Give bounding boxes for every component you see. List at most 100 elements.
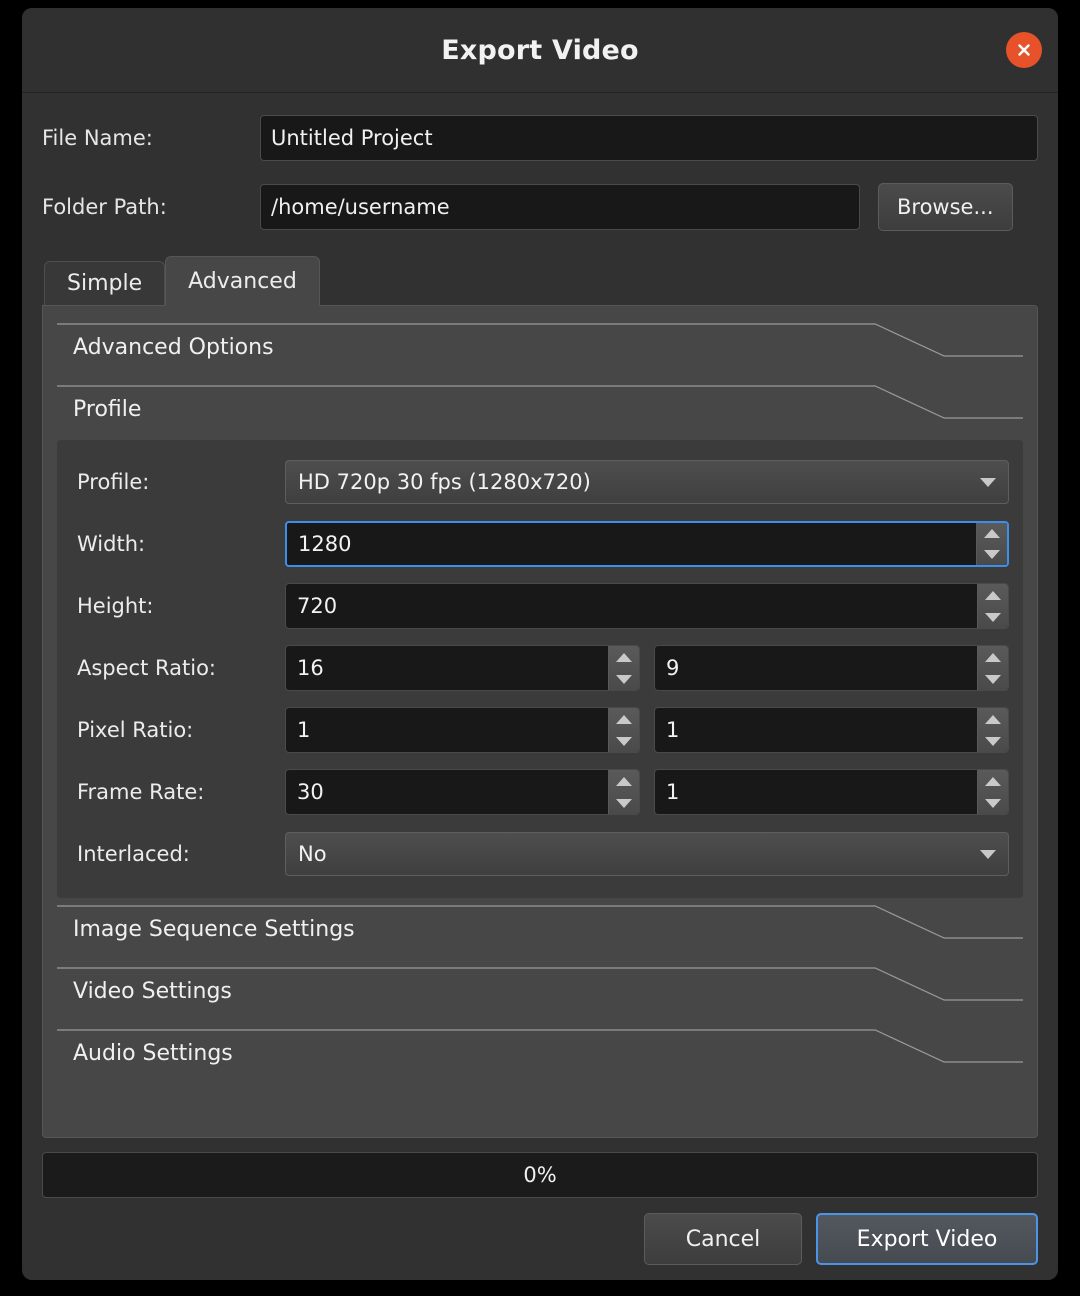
triangle-up-icon [985, 715, 1001, 724]
chevron-down-icon [980, 478, 996, 487]
row-height: Height: [71, 580, 1009, 632]
row-aspect-ratio: Aspect Ratio: [71, 642, 1009, 694]
aspect-ratio-numerator-up-button[interactable] [609, 646, 639, 668]
aspect-ratio-numerator-input[interactable] [286, 645, 608, 691]
section-label: Advanced Options [73, 335, 282, 360]
pixel-ratio-numerator-down-button[interactable] [609, 730, 639, 752]
pixel-ratio-denominator-input[interactable] [655, 707, 977, 753]
height-spin-down-button[interactable] [978, 606, 1008, 628]
height-stepper[interactable] [285, 583, 1009, 629]
aspect-ratio-denominator-spin-buttons [977, 646, 1008, 690]
dialog-body: File Name: Folder Path: Browse... Simple… [22, 93, 1058, 1280]
export-video-dialog: Export Video File Name: Folder Path: Bro… [22, 8, 1058, 1280]
height-input[interactable] [286, 583, 977, 629]
export-video-button[interactable]: Export Video [816, 1213, 1038, 1265]
aspect-ratio-denominator-stepper[interactable] [654, 645, 1009, 691]
pixel-ratio-denominator-up-button[interactable] [978, 708, 1008, 730]
close-icon[interactable] [1006, 32, 1042, 68]
section-header-advanced-options[interactable]: Advanced Options [57, 316, 1023, 378]
pixel-ratio-denominator-stepper[interactable] [654, 707, 1009, 753]
triangle-up-icon [616, 715, 632, 724]
profile-settings-group: Profile: HD 720p 30 fps (1280x720) Width… [57, 440, 1023, 898]
triangle-down-icon [984, 550, 1000, 559]
frame-rate-numerator-input[interactable] [286, 769, 608, 815]
height-label: Height: [71, 594, 285, 618]
width-input[interactable] [287, 522, 976, 566]
frame-rate-numerator-stepper[interactable] [285, 769, 640, 815]
advanced-tab-panel: Advanced Options Profile Profile: HD 720… [42, 305, 1038, 1138]
frame-rate-denominator-down-button[interactable] [978, 792, 1008, 814]
frame-rate-denominator-up-button[interactable] [978, 770, 1008, 792]
tab-simple[interactable]: Simple [44, 261, 165, 305]
cancel-button[interactable]: Cancel [644, 1213, 802, 1265]
aspect-ratio-numerator-down-button[interactable] [609, 668, 639, 690]
row-pixel-ratio: Pixel Ratio: [71, 704, 1009, 756]
frame-rate-label: Frame Rate: [71, 780, 285, 804]
file-name-input[interactable] [260, 115, 1038, 161]
file-name-row: File Name: [42, 115, 1038, 161]
export-progress-bar: 0% [42, 1152, 1038, 1198]
triangle-down-icon [985, 675, 1001, 684]
pixel-ratio-numerator-spin-buttons [608, 708, 639, 752]
aspect-ratio-denominator-up-button[interactable] [978, 646, 1008, 668]
triangle-down-icon [616, 737, 632, 746]
profile-select-value: HD 720p 30 fps (1280x720) [298, 470, 972, 494]
height-spin-up-button[interactable] [978, 584, 1008, 606]
folder-path-label: Folder Path: [42, 195, 260, 219]
frame-rate-denominator-input[interactable] [655, 769, 977, 815]
tab-bar: Simple Advanced [42, 257, 1038, 305]
tab-advanced[interactable]: Advanced [165, 256, 320, 306]
frame-rate-denominator-spin-buttons [977, 770, 1008, 814]
close-x-icon [1014, 40, 1034, 60]
triangle-up-icon [616, 777, 632, 786]
aspect-ratio-denominator-input[interactable] [655, 645, 977, 691]
aspect-ratio-denominator-down-button[interactable] [978, 668, 1008, 690]
page-title: Export Video [441, 35, 639, 66]
triangle-up-icon [985, 777, 1001, 786]
aspect-ratio-numerator-stepper[interactable] [285, 645, 640, 691]
title-bar: Export Video [22, 8, 1058, 93]
triangle-down-icon [616, 675, 632, 684]
aspect-ratio-numerator-spin-buttons [608, 646, 639, 690]
profile-select[interactable]: HD 720p 30 fps (1280x720) [285, 460, 1009, 504]
pixel-ratio-numerator-stepper[interactable] [285, 707, 640, 753]
dialog-footer: Cancel Export Video [42, 1198, 1038, 1280]
triangle-down-icon [985, 737, 1001, 746]
section-header-video-settings[interactable]: Video Settings [57, 960, 1023, 1022]
triangle-up-icon [985, 653, 1001, 662]
width-spin-down-button[interactable] [977, 544, 1007, 565]
section-label: Profile [73, 397, 149, 422]
section-header-image-sequence-settings[interactable]: Image Sequence Settings [57, 898, 1023, 960]
height-spin-buttons [977, 584, 1008, 628]
triangle-up-icon [616, 653, 632, 662]
frame-rate-denominator-stepper[interactable] [654, 769, 1009, 815]
frame-rate-numerator-down-button[interactable] [609, 792, 639, 814]
folder-path-input[interactable] [260, 184, 860, 230]
aspect-ratio-label: Aspect Ratio: [71, 656, 285, 680]
browse-button[interactable]: Browse... [878, 183, 1013, 231]
pixel-ratio-numerator-up-button[interactable] [609, 708, 639, 730]
section-label: Image Sequence Settings [73, 917, 363, 942]
pixel-ratio-denominator-down-button[interactable] [978, 730, 1008, 752]
width-spin-buttons [976, 523, 1007, 565]
interlaced-select-value: No [298, 842, 972, 866]
profile-label: Profile: [71, 470, 285, 494]
frame-rate-numerator-spin-buttons [608, 770, 639, 814]
width-stepper[interactable] [285, 521, 1009, 567]
row-profile: Profile: HD 720p 30 fps (1280x720) [71, 456, 1009, 508]
row-width: Width: [71, 518, 1009, 570]
file-name-label: File Name: [42, 126, 260, 150]
interlaced-label: Interlaced: [71, 842, 285, 866]
pixel-ratio-denominator-spin-buttons [977, 708, 1008, 752]
triangle-down-icon [985, 613, 1001, 622]
folder-path-row: Folder Path: Browse... [42, 183, 1038, 231]
interlaced-select[interactable]: No [285, 832, 1009, 876]
section-header-audio-settings[interactable]: Audio Settings [57, 1022, 1023, 1084]
row-frame-rate: Frame Rate: [71, 766, 1009, 818]
pixel-ratio-label: Pixel Ratio: [71, 718, 285, 742]
progress-percent-label: 0% [523, 1163, 556, 1187]
pixel-ratio-numerator-input[interactable] [286, 707, 608, 753]
section-header-profile[interactable]: Profile [57, 378, 1023, 440]
width-spin-up-button[interactable] [977, 523, 1007, 544]
frame-rate-numerator-up-button[interactable] [609, 770, 639, 792]
